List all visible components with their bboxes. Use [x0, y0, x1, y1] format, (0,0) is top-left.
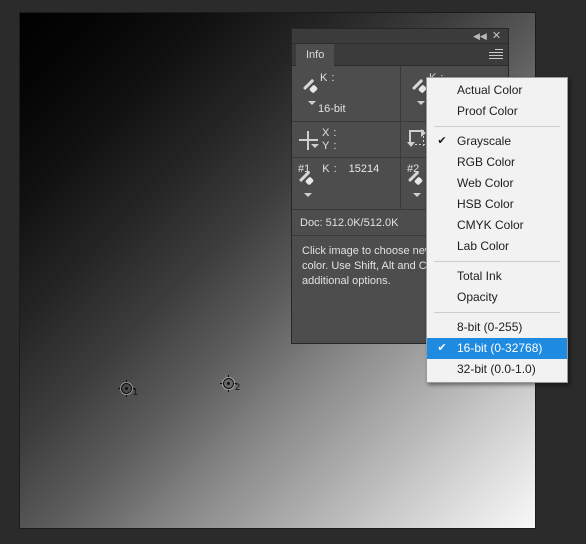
check-icon	[436, 152, 448, 173]
menu-line	[489, 58, 503, 59]
menu-item-label: Proof Color	[457, 104, 518, 118]
sampler-label: 2	[235, 382, 241, 392]
check-icon	[436, 236, 448, 257]
menu-item-label: 32-bit (0.0-1.0)	[457, 362, 536, 376]
menu-item-label: Lab Color	[457, 239, 510, 253]
menu-line	[489, 55, 503, 56]
collapse-icon[interactable]: ◀◀	[473, 32, 487, 41]
eyedropper-icon[interactable]	[300, 78, 320, 108]
menu-item-web-color[interactable]: Web Color	[427, 173, 567, 194]
y-label: Y	[322, 140, 330, 152]
info-panel-context-menu[interactable]: Actual Color Proof Color ✔ Grayscale RGB…	[426, 77, 568, 383]
crosshair-icon[interactable]	[299, 131, 319, 151]
x-separator: :	[333, 127, 337, 139]
menu-item-actual-color[interactable]: Actual Color	[427, 80, 567, 101]
menu-separator	[434, 126, 560, 127]
menu-item-label: Total Ink	[457, 269, 502, 283]
color-sampler-1[interactable]: 1	[118, 380, 139, 398]
menu-item-label: HSB Color	[457, 197, 514, 211]
panel-tab-strip: Info	[292, 44, 508, 66]
channel-separator: :	[331, 72, 335, 84]
pointer-coordinates[interactable]: X : Y :	[292, 122, 400, 157]
channel-value: 15214	[348, 163, 380, 175]
menu-item-label: Web Color	[457, 176, 514, 190]
menu-item-total-ink[interactable]: Total Ink	[427, 266, 567, 287]
menu-item-8-bit[interactable]: 8-bit (0-255)	[427, 317, 567, 338]
menu-item-label: CMYK Color	[457, 218, 524, 232]
y-separator: :	[333, 140, 337, 152]
app-root: 1 2 ◀◀ ✕ Info K: 16-bit X: Y: #1 K: …	[0, 0, 586, 544]
readout-cell-primary[interactable]: K : 16-bit	[292, 66, 400, 121]
menu-item-hsb-color[interactable]: HSB Color	[427, 194, 567, 215]
check-icon	[436, 101, 448, 122]
menu-item-rgb-color[interactable]: RGB Color	[427, 152, 567, 173]
bit-depth-note: 16-bit	[318, 103, 346, 115]
check-icon	[436, 194, 448, 215]
x-label: X	[322, 127, 330, 139]
menu-item-32-bit[interactable]: 32-bit (0.0-1.0)	[427, 359, 567, 380]
check-icon	[436, 80, 448, 101]
check-icon	[436, 287, 448, 308]
sampler-dot	[227, 382, 230, 385]
menu-item-16-bit[interactable]: ✔ 16-bit (0-32768)	[427, 338, 567, 359]
sampler-label: 1	[133, 387, 139, 397]
menu-item-label: Actual Color	[457, 83, 523, 97]
check-icon	[436, 173, 448, 194]
menu-separator	[434, 261, 560, 262]
menu-item-lab-color[interactable]: Lab Color	[427, 236, 567, 257]
menu-item-opacity[interactable]: Opacity	[427, 287, 567, 308]
check-icon: ✔	[437, 135, 447, 147]
menu-line	[495, 49, 503, 50]
menu-item-label: Grayscale	[457, 134, 512, 148]
channel-separator: :	[333, 163, 337, 175]
panel-menu-icon[interactable]	[489, 49, 503, 61]
check-icon	[436, 215, 448, 236]
menu-separator	[434, 312, 560, 313]
sampler-dot	[125, 387, 128, 390]
menu-item-label: 16-bit (0-32768)	[457, 341, 543, 355]
menu-item-label: Opacity	[457, 290, 498, 304]
menu-item-label: 8-bit (0-255)	[457, 320, 523, 334]
channel-label: K	[322, 163, 330, 175]
menu-item-grayscale[interactable]: ✔ Grayscale	[427, 131, 567, 152]
menu-item-cmyk-color[interactable]: CMYK Color	[427, 215, 567, 236]
eyedropper-icon[interactable]	[296, 170, 316, 200]
color-sampler-2[interactable]: 2	[220, 375, 241, 393]
check-icon	[436, 266, 448, 287]
check-icon	[436, 317, 448, 338]
check-icon: ✔	[437, 342, 447, 354]
menu-item-label: RGB Color	[457, 155, 516, 169]
sampler-readout-1[interactable]: #1 K : 15214	[292, 158, 400, 209]
eyedropper-icon[interactable]	[405, 170, 425, 200]
close-icon[interactable]: ✕	[491, 31, 502, 42]
panel-titlebar[interactable]: ◀◀ ✕	[292, 29, 508, 44]
menu-line	[489, 52, 503, 53]
menu-item-proof-color[interactable]: Proof Color	[427, 101, 567, 122]
tab-info[interactable]: Info	[296, 44, 335, 66]
channel-label: K	[320, 72, 328, 84]
check-icon	[436, 359, 448, 380]
